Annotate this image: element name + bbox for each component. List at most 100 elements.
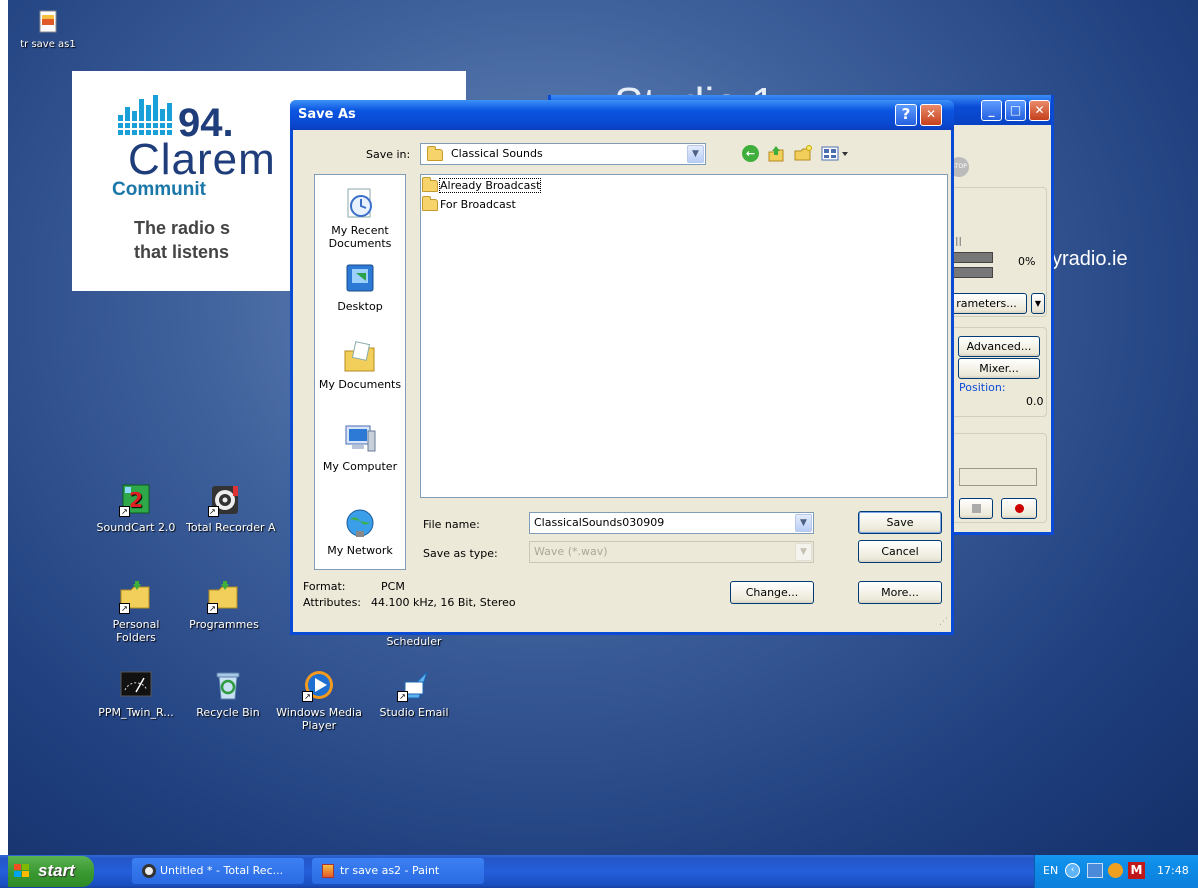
my-computer-icon (342, 421, 378, 457)
desktop: tr save as1 94. Clarem Communit The radi… (8, 0, 1198, 855)
level-meter (951, 267, 993, 278)
list-item[interactable]: Already Broadcast (422, 177, 542, 194)
desktop-icon-label: Recycle Bin (196, 706, 260, 719)
file-name-input[interactable]: ClassicalSounds030909 ▼ (529, 512, 814, 534)
folder-shortcut-icon: ↗ (207, 580, 241, 614)
desktop-icon-label: Studio Email (379, 706, 449, 719)
desktop-icon-total-recorder[interactable]: ↗ Total Recorder A (186, 483, 286, 534)
my-documents-icon (342, 339, 378, 375)
paint-file-icon (37, 10, 59, 34)
close-button[interactable]: ✕ (1029, 100, 1050, 121)
mail-tray-icon[interactable]: M (1128, 862, 1145, 879)
desktop-icon-soundcart[interactable]: 2 ↗ SoundCart 2.0 (88, 483, 184, 534)
attributes-value: 44.100 kHz, 16 Bit, Stereo (371, 596, 516, 609)
desktop-icon-programmes[interactable]: ↗ Programmes (184, 580, 264, 631)
shortcut-arrow-icon: ↗ (302, 691, 313, 702)
desktop-icon-scheduler[interactable]: Scheduler (374, 635, 454, 648)
minimize-button[interactable]: _ (981, 100, 1002, 121)
advanced-button[interactable]: Advanced... (958, 336, 1040, 357)
places-bar: My Recent Documents Desktop My Documents… (314, 174, 406, 570)
save-as-type-label: Save as type: (423, 547, 498, 560)
cancel-button[interactable]: Cancel (858, 540, 942, 563)
new-folder-icon[interactable] (793, 145, 813, 162)
record-dot-icon (1014, 504, 1024, 513)
chevron-down-icon[interactable]: ▼ (687, 145, 704, 163)
desktop-icon-label: Total Recorder A (186, 521, 276, 534)
record-button[interactable] (1001, 498, 1037, 519)
dialog-close-button[interactable]: ✕ (920, 104, 942, 126)
volume-tray-icon[interactable] (1108, 863, 1123, 878)
clock[interactable]: 17:48 (1157, 864, 1189, 877)
help-button[interactable]: ? (895, 104, 917, 126)
desktop-icon-tr-save-as1[interactable]: tr save as1 (8, 10, 96, 51)
dialog-titlebar[interactable]: Save As ? ✕ (290, 100, 954, 130)
mixer-button[interactable]: Mixer... (958, 358, 1040, 379)
save-as-type-value: Wave (*.wav) (534, 545, 608, 558)
desktop-icon-recycle-bin[interactable]: Recycle Bin (186, 668, 270, 719)
desktop-icon-media-player[interactable]: ↗ Windows Media Player (274, 668, 364, 732)
paint-icon (322, 864, 334, 878)
chevron-down-icon: ▼ (795, 543, 812, 561)
shortcut-arrow-icon: ↗ (119, 603, 130, 614)
place-desktop[interactable]: Desktop (315, 261, 405, 313)
desktop-icon-label: tr save as1 (20, 39, 76, 50)
stop-button[interactable] (959, 498, 993, 519)
parameters-button[interactable]: rameters... (947, 293, 1027, 314)
media-player-icon: ↗ (302, 668, 336, 702)
logo-bars-icon (118, 95, 176, 135)
shortcut-arrow-icon: ↗ (397, 691, 408, 702)
chevron-down-icon[interactable]: ▼ (795, 514, 812, 532)
save-as-type-dropdown[interactable]: Wave (*.wav) ▼ (529, 541, 814, 563)
desktop-icon-label: PPM_Twin_R... (98, 706, 174, 719)
language-indicator[interactable]: EN (1043, 864, 1058, 877)
network-tray-icon[interactable] (1087, 863, 1103, 878)
my-network-icon (342, 505, 378, 541)
place-label: My Network (327, 544, 393, 557)
save-button[interactable]: Save (858, 511, 942, 534)
desktop-icon-personal-folders[interactable]: ↗ Personal Folders (96, 580, 176, 644)
meter-icon (119, 668, 153, 702)
taskbar-item-paint[interactable]: tr save as2 - Paint (312, 858, 484, 884)
back-icon[interactable]: ← (742, 145, 759, 162)
logo-station-name: Clarem (128, 135, 276, 184)
up-folder-icon[interactable] (767, 145, 785, 162)
place-my-network[interactable]: My Network (315, 505, 405, 557)
desktop-icon-label: Personal Folders (112, 618, 160, 644)
views-menu-icon[interactable] (821, 145, 851, 162)
desktop-icon (342, 261, 378, 297)
place-my-computer[interactable]: My Computer (315, 421, 405, 473)
file-list[interactable]: Already Broadcast For Broadcast (420, 174, 948, 498)
list-item[interactable]: For Broadcast (422, 196, 516, 213)
tray-expand-icon[interactable]: ‹ (1065, 863, 1080, 878)
place-my-documents[interactable]: My Documents (315, 339, 405, 391)
desktop-icon-ppm-twin[interactable]: PPM_Twin_R... (88, 668, 184, 719)
more-button[interactable]: More... (858, 581, 942, 604)
system-tray: EN ‹ M 17:48 (1034, 855, 1198, 888)
file-name-value: ClassicalSounds030909 (534, 516, 665, 529)
taskbar-item-label: tr save as2 - Paint (340, 864, 440, 877)
taskbar-item-total-recorder[interactable]: Untitled * - Total Rec... (132, 858, 304, 884)
logo-community: Communit (112, 179, 206, 200)
save-in-dropdown[interactable]: Classical Sounds ▼ (420, 143, 706, 165)
svg-text:2: 2 (129, 488, 143, 512)
maximize-button[interactable]: □ (1005, 100, 1026, 121)
format-label: Format: (303, 580, 346, 593)
place-label: My Computer (322, 460, 398, 473)
resize-grip-icon[interactable]: ⋰ (939, 617, 948, 627)
list-item-name: For Broadcast (440, 198, 516, 211)
attributes-label: Attributes: (303, 596, 362, 609)
folder-icon (422, 196, 438, 211)
logo-tagline-1: The radio s (134, 218, 231, 238)
save-in-value: Classical Sounds (451, 147, 543, 160)
place-my-recent-documents[interactable]: My Recent Documents (315, 185, 405, 250)
taskbar-item-label: Untitled * - Total Rec... (160, 864, 284, 877)
shortcut-arrow-icon: ↗ (208, 506, 219, 517)
position-label: Position: (959, 381, 1006, 394)
total-recorder-icon: ↗ (208, 483, 242, 517)
windows-logo-icon (14, 864, 29, 877)
desktop-icon-studio-email[interactable]: ↗ Studio Email (374, 668, 454, 719)
change-format-button[interactable]: Change... (730, 581, 814, 604)
parameters-dropdown-button[interactable]: ▼ (1031, 293, 1045, 314)
save-as-dialog[interactable]: Save As ? ✕ Save in: Classical Sounds ▼ … (290, 100, 954, 635)
email-icon: ↗ (397, 668, 431, 702)
